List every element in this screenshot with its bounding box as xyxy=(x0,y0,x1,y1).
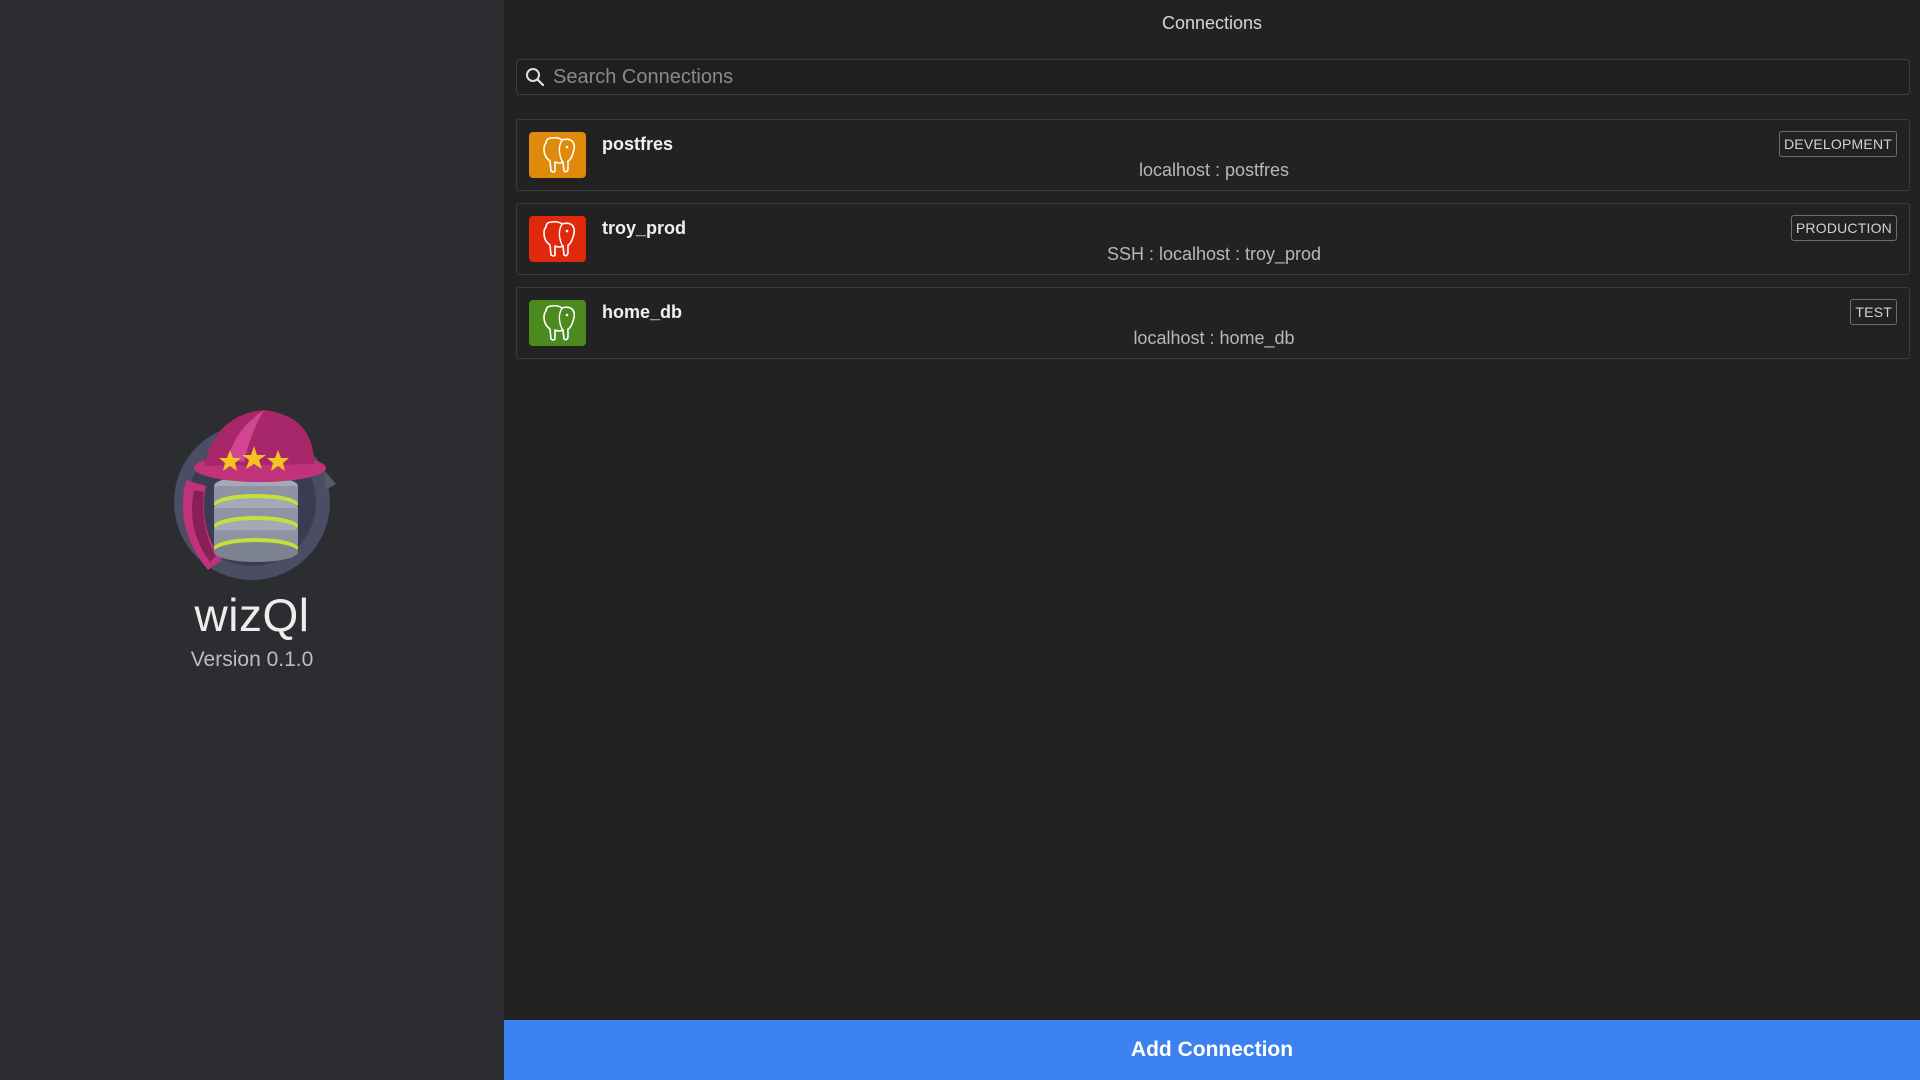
search-input[interactable] xyxy=(553,60,1909,94)
app-window: wizQl Version 0.1.0 Connections Search C… xyxy=(0,0,1920,1080)
brand-block: wizQl Version 0.1.0 xyxy=(0,410,504,672)
sidebar: wizQl Version 0.1.0 xyxy=(0,0,504,1080)
connections-panel: Connections postfres xyxy=(504,0,1920,1080)
app-name: wizQl xyxy=(194,589,310,641)
connection-host: localhost : postfres xyxy=(1138,160,1290,180)
add-connection-button[interactable]: Add Connection xyxy=(504,1020,1920,1080)
connection-host: localhost : home_db xyxy=(1133,328,1295,348)
connection-list: postfres localhost : postfres DEVELOPMEN… xyxy=(516,119,1910,371)
page-title: Connections xyxy=(1161,13,1263,33)
connection-name: postfres xyxy=(602,134,674,154)
environment-badge: TEST xyxy=(1850,299,1897,325)
connection-name: home_db xyxy=(602,302,683,322)
environment-badge: DEVELOPMENT xyxy=(1779,131,1897,157)
environment-badge: PRODUCTION xyxy=(1790,215,1897,241)
search-bar[interactable] xyxy=(516,59,1910,95)
app-version: Version 0.1.0 xyxy=(190,648,314,671)
connection-item-postfres[interactable]: postfres localhost : postfres DEVELOPMEN… xyxy=(516,119,1910,191)
connection-name: troy_prod xyxy=(602,218,687,238)
search-icon xyxy=(517,59,553,95)
connection-item-troy-prod[interactable]: troy_prod SSH : localhost : troy_prod PR… xyxy=(516,203,1910,275)
wizard-database-logo-icon xyxy=(174,410,336,580)
connection-host: SSH : localhost : troy_prod xyxy=(1106,244,1322,264)
connection-item-home-db[interactable]: home_db localhost : home_db TEST xyxy=(516,287,1910,359)
